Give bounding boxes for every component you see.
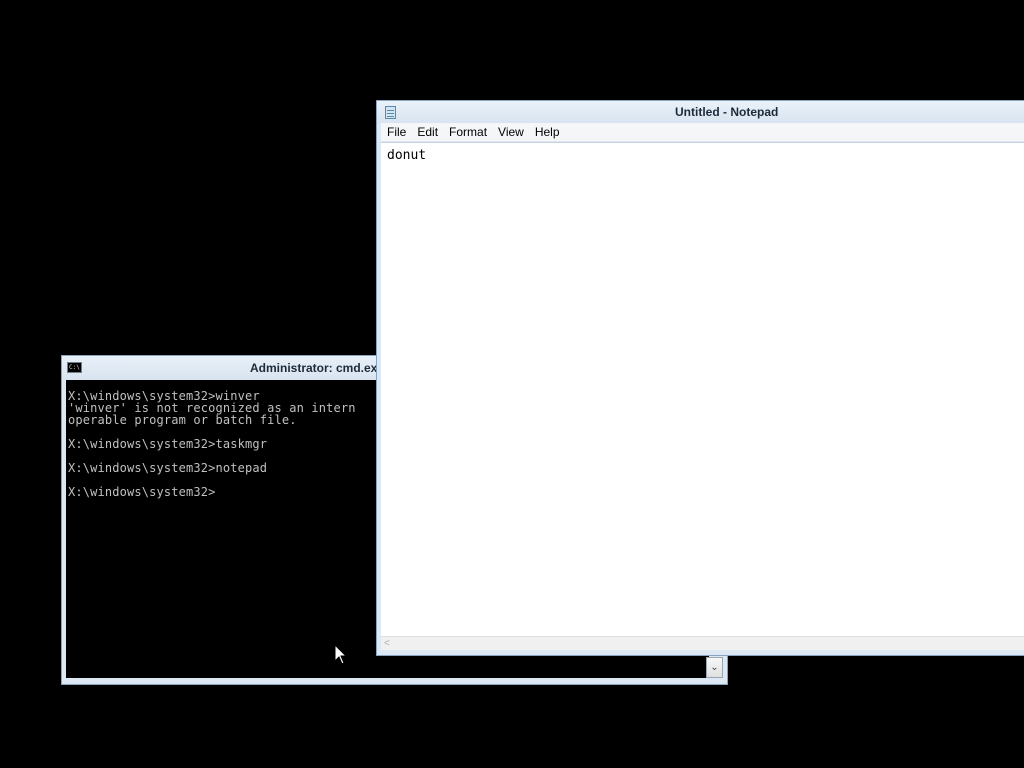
- desktop: C:\ Administrator: cmd.exe X:\windows\sy…: [0, 0, 1024, 768]
- notepad-icon[interactable]: [385, 106, 396, 119]
- notepad-content[interactable]: donut: [387, 148, 1024, 163]
- notepad-window[interactable]: Untitled - Notepad File Edit Format View…: [376, 100, 1024, 656]
- mouse-pointer-icon: [334, 644, 348, 665]
- cmd-window-title: Administrator: cmd.exe: [250, 361, 385, 375]
- scroll-left-icon[interactable]: <: [384, 637, 390, 650]
- menu-help[interactable]: Help: [529, 123, 565, 141]
- notepad-text-area[interactable]: donut: [381, 142, 1024, 636]
- menu-file[interactable]: File: [381, 123, 411, 141]
- notepad-window-title: Untitled - Notepad: [675, 105, 779, 119]
- menu-edit[interactable]: Edit: [411, 123, 443, 141]
- scroll-down-button[interactable]: ⌄: [706, 657, 723, 678]
- console-icon[interactable]: C:\: [67, 362, 82, 373]
- notepad-titlebar[interactable]: Untitled - Notepad: [377, 101, 1024, 123]
- horizontal-scrollbar[interactable]: <: [381, 636, 1024, 650]
- menu-format[interactable]: Format: [443, 123, 492, 141]
- menu-view[interactable]: View: [492, 123, 529, 141]
- notepad-menubar: File Edit Format View Help: [381, 123, 1024, 141]
